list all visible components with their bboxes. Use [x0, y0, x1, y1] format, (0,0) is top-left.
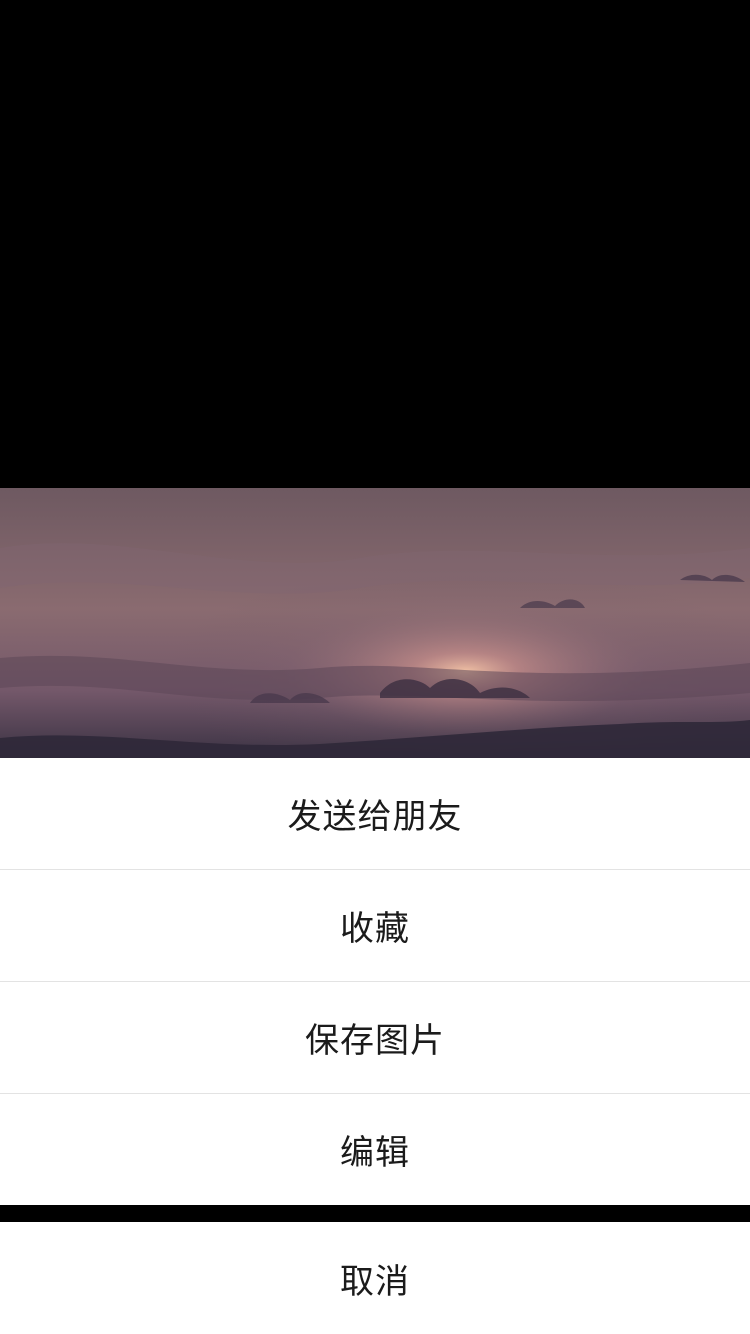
favorite-label: 收藏 [340, 909, 410, 949]
send-to-friend-button[interactable]: 发送给朋友 [0, 758, 750, 869]
edit-label: 编辑 [340, 1133, 410, 1173]
favorite-button[interactable]: 收藏 [0, 870, 750, 981]
save-image-button[interactable]: 保存图片 [0, 982, 750, 1093]
cancel-button[interactable]: 取消 [0, 1222, 750, 1334]
save-image-label: 保存图片 [305, 1021, 445, 1061]
sheet-gap [0, 1206, 750, 1222]
image-viewer[interactable]: 发送给朋友 收藏 保存图片 编辑 取消 [0, 0, 750, 1334]
cancel-label: 取消 [340, 1261, 410, 1302]
sunset-photo[interactable] [0, 488, 750, 758]
action-sheet: 发送给朋友 收藏 保存图片 编辑 取消 [0, 758, 750, 1334]
send-to-friend-label: 发送给朋友 [287, 797, 463, 837]
sunset-photo-graphic [0, 488, 750, 758]
edit-button[interactable]: 编辑 [0, 1094, 750, 1205]
